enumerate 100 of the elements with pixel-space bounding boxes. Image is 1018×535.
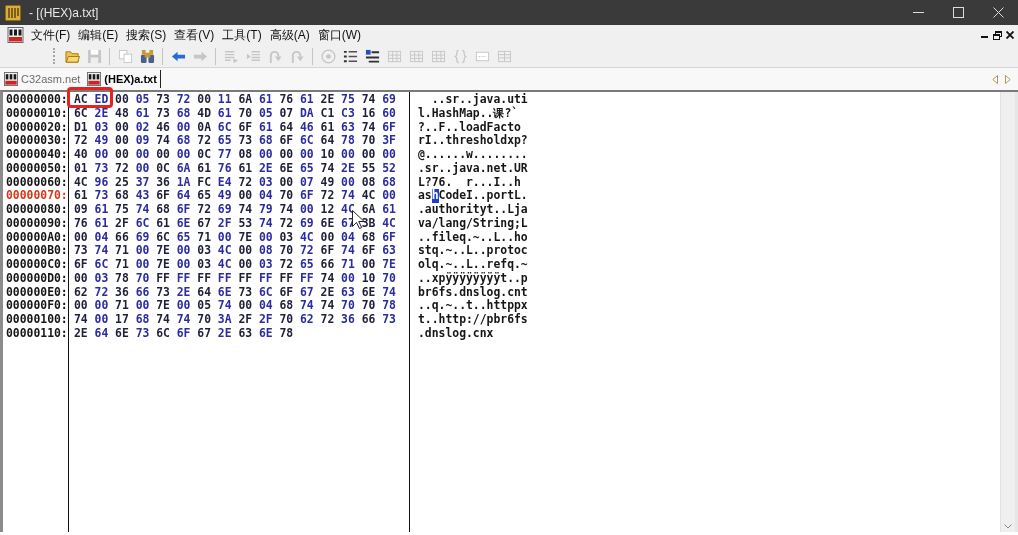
hex-byte: 69 [217,203,232,217]
hex-byte: 6F [320,244,335,258]
ascii-text: as [418,189,432,203]
menu-item[interactable]: 窗口(W) [313,26,365,44]
binoculars-icon[interactable] [139,48,155,64]
hex-byte: 61 [135,106,150,121]
menu-item[interactable]: 搜索(S) [122,26,171,44]
offset-label: 00000080: [6,203,68,217]
left-triangle-icon[interactable] [992,74,998,84]
ascii-text: ..fileq.~..L..ho [418,230,528,245]
hex-byte: 62 [74,285,88,300]
hex-byte: 77 [217,148,232,162]
hex-byte: 69 [382,93,396,107]
hex-byte: 64 [197,285,211,300]
hex-byte: 6C [135,216,150,231]
hex-byte: 48 [115,106,129,121]
hex-byte: 73 [94,161,109,176]
hex-byte: 6A [176,161,191,176]
list-icon[interactable] [342,48,358,64]
offset-label: 00000100: [6,313,68,327]
hex-byte: 6E [361,285,376,300]
hex-byte: 7E [238,230,253,245]
hex-byte: 05 [258,106,273,121]
hex-byte: 03 [258,175,273,190]
tab[interactable]: (HEX)a.txt [83,70,161,88]
vertical-scrollbar[interactable] [1000,92,1015,532]
hex-byte: 61 [258,93,273,107]
hex-byte: 6C [94,258,109,272]
hex-byte: 72 [176,93,191,107]
hex-byte: FF [197,271,211,286]
folder-icon[interactable] [64,48,80,64]
hex-byte: 64 [320,134,335,148]
hex-byte: 12 [320,203,335,217]
menu-item[interactable]: 工具(T) [218,26,266,44]
hex-byte: 75 [115,203,129,217]
window-title: - [(HEX)a.txt] [29,5,100,20]
hex-byte: 72 [279,258,294,272]
offset-label: 000000A0: [6,230,68,245]
hex-byte: 00 [382,189,396,203]
menu-item[interactable]: 查看(V) [170,26,219,44]
hex-byte: 16 [361,106,376,121]
hex-byte: 00 [279,175,294,190]
selected-character: h [431,189,439,203]
hex-byte: 73 [135,326,150,341]
hex-byte: 74 [94,244,109,258]
hex-byte: 00 [115,148,129,162]
hex-byte: 00 [341,175,355,190]
hex-byte: 03 [94,271,109,286]
hex-byte: 00 [115,134,129,148]
hex-byte: 00 [115,120,129,135]
offset-label: 00000050: [6,161,68,176]
hex-byte: 0C [197,148,211,162]
tab[interactable]: C32asm.net [0,70,84,88]
hex-byte: 3F [382,134,396,148]
mouse-pointer-icon [352,210,364,229]
ascii-text: ..xpÿÿÿÿÿÿÿÿt..p [418,271,528,286]
hex-byte: 65 [176,230,191,245]
hex-byte: 72 [94,285,109,300]
hex-byte: 61 [300,93,314,107]
restore-icon[interactable] [993,30,1002,40]
hex-byte: 03 [197,244,211,258]
hex-byte: 2E [74,326,88,341]
hex-byte: 2E [320,285,335,300]
menu-item[interactable]: 文件(F) [27,26,75,44]
close-icon[interactable] [1006,31,1014,39]
hex-byte: 70 [361,299,376,313]
hex-byte: 61 [197,161,211,176]
hex-byte: 00 [238,299,253,313]
hex-byte: 00 [361,148,376,162]
hex-byte: 65 [300,258,314,272]
hex-byte: 70 [279,189,294,203]
menu-item[interactable]: 编辑(E) [74,26,123,44]
chevron-down-icon[interactable] [1004,524,1012,529]
hex-byte: 65 [197,189,211,203]
hex-byte: 75 [341,93,355,107]
maximize-icon[interactable] [952,7,964,18]
ascii-text: @......w........ [418,148,528,162]
hex-byte: 4C [382,216,396,231]
offset-label: 00000060: [6,175,68,190]
outline-icon[interactable] [364,48,380,64]
hex-byte: 17 [115,313,129,327]
hex-byte: 72 [300,244,314,258]
hex-byte: 6E [217,285,232,300]
ascii-text: .authorityt..Lja [418,203,528,217]
hex-byte: 00 [279,148,294,162]
ascii-text: t..http://pbr6fs [418,313,528,327]
menu-item[interactable]: 高级(A) [265,26,314,44]
hex-byte: 68 [176,106,191,121]
offset-label: 000000F0: [6,299,68,313]
hex-byte: 00 [238,189,253,203]
hex-byte: 70 [382,271,396,286]
hex-byte: 0A [197,120,211,135]
hex-byte: 74 [320,299,335,313]
hex-byte: AC [74,93,88,107]
hex-byte: 74 [361,120,376,135]
hex-byte: 69 [300,216,314,231]
hex-byte: 70 [279,313,294,327]
hex-byte: 49 [94,134,109,148]
hex-byte: 00 [135,161,150,176]
right-triangle-icon[interactable] [1005,74,1011,84]
